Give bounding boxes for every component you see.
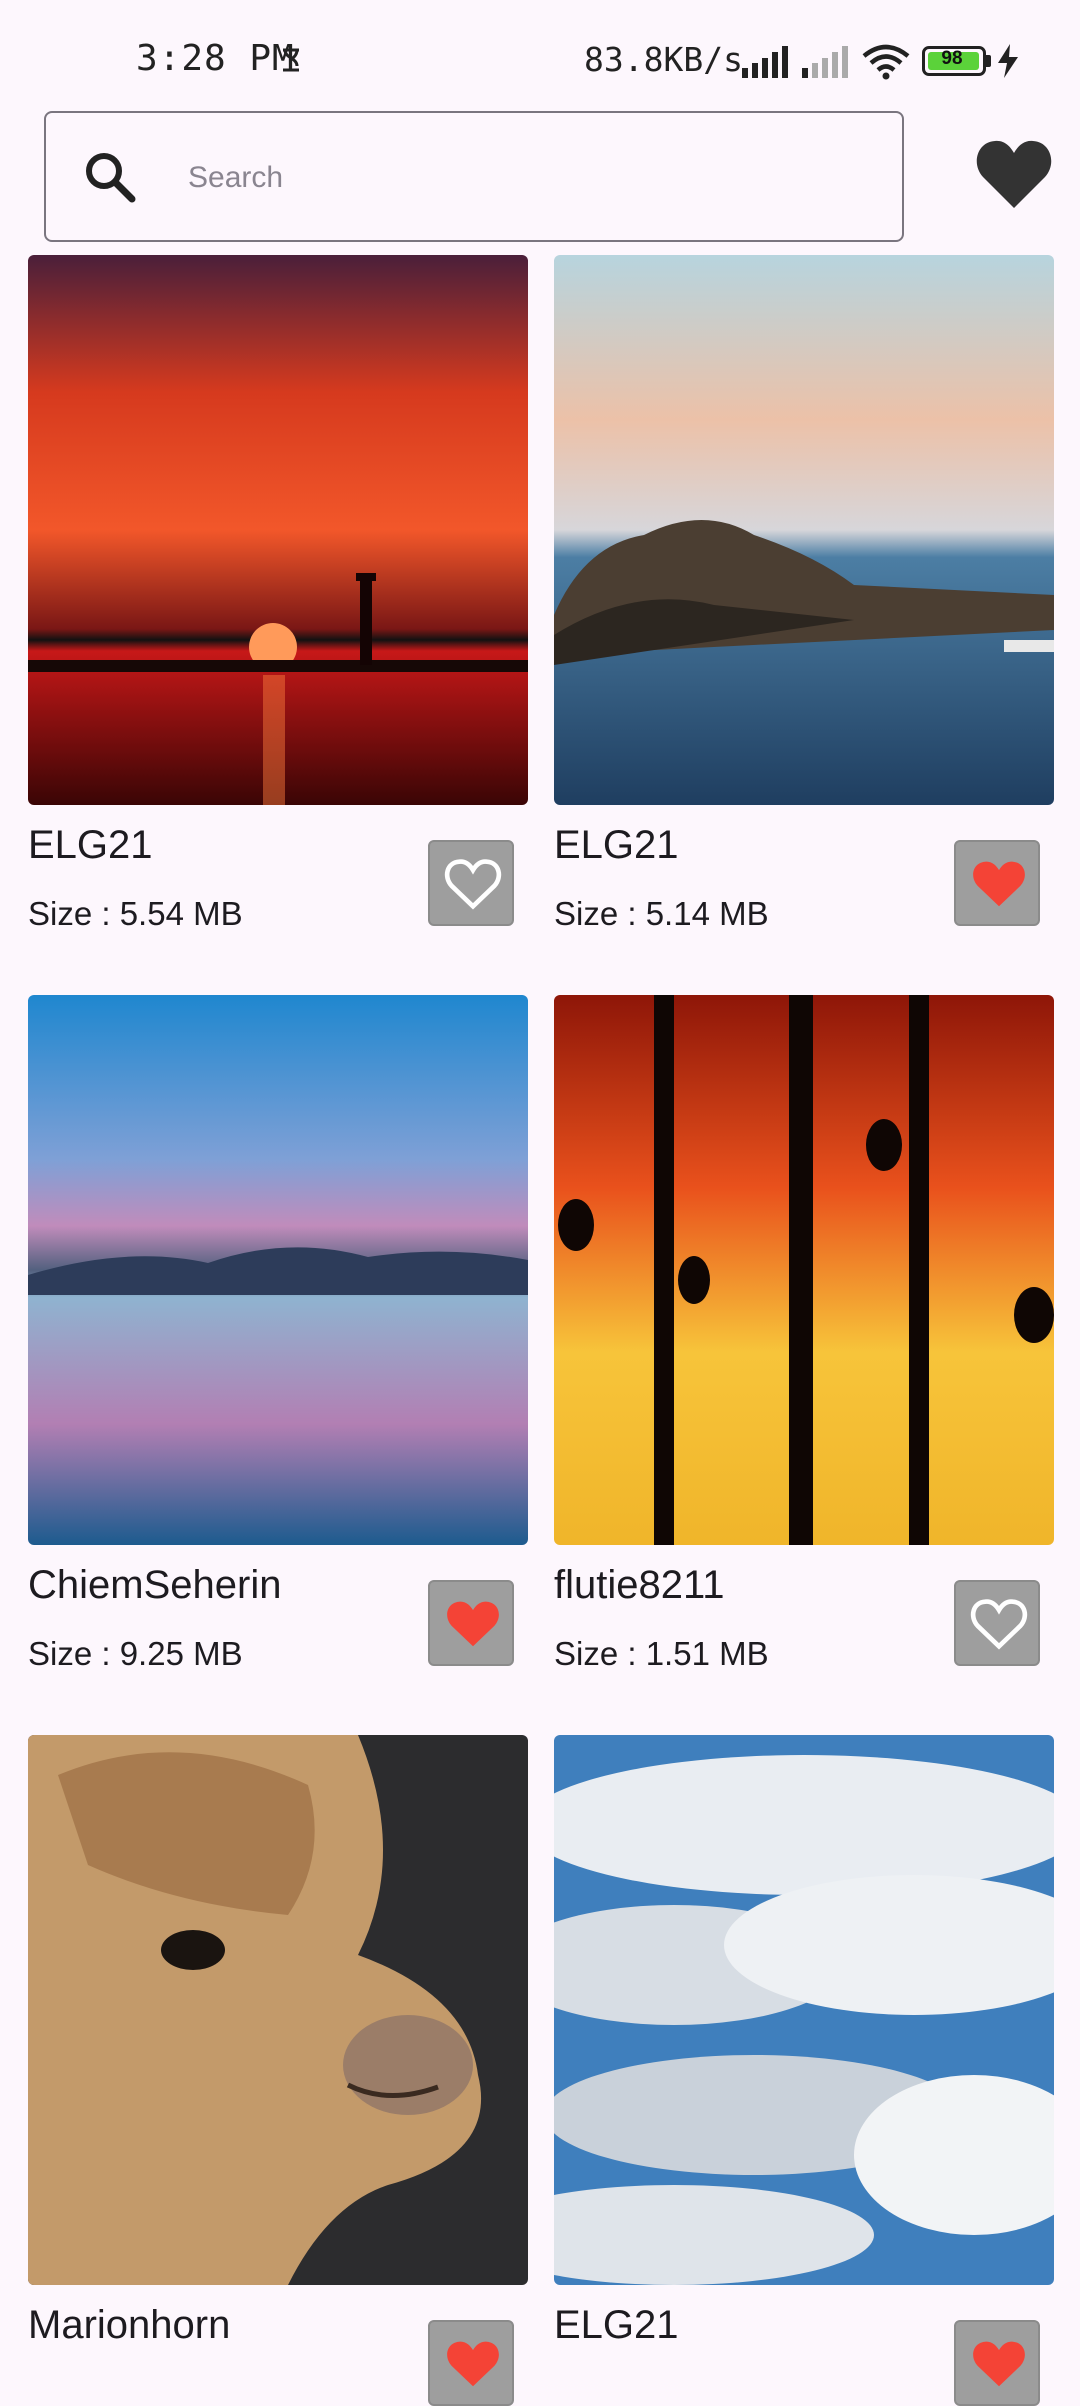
card-image-lake-reflection[interactable] [28,995,528,1545]
heart-outline-icon [444,859,502,910]
sync-icon [283,48,299,72]
card-title: ChiemSeherin [28,1563,282,1607]
signal-icon [742,46,788,78]
card-title: flutie8211 [554,1563,725,1607]
favorite-button[interactable] [954,2320,1040,2406]
card-size: Size : 1.51 MB [554,1635,769,1672]
battery-level: 98 [941,48,963,69]
favorite-button[interactable] [428,2320,514,2406]
heart-filled-icon [973,861,1025,907]
favorite-button[interactable] [428,840,514,926]
card-image-sunset-lighthouse[interactable] [28,255,528,805]
battery-icon: 98 [922,46,992,76]
card-size: Size : 9.25 MB [28,1635,243,1672]
card-size: Size : 5.54 MB [28,895,243,932]
favorite-button[interactable] [954,1580,1040,1666]
signal-secondary-icon [802,46,848,78]
favorite-button[interactable] [428,1580,514,1666]
card-image-alpaca[interactable] [28,1735,528,2285]
card-title: Marionhorn [28,2303,231,2347]
heart-outline-icon [970,1599,1028,1650]
wifi-icon [862,44,910,80]
card-image-cloudy-sky[interactable] [554,1735,1054,2285]
card-title: ELG21 [554,823,679,867]
network-speed: 83.8KB/s [584,40,743,79]
search-icon [86,153,136,203]
card-title: ELG21 [28,823,153,867]
search-box[interactable] [44,111,904,242]
search-input[interactable] [186,143,866,213]
card-title: ELG21 [554,2303,679,2347]
heart-filled-icon [447,2341,499,2387]
card-size: Size : 5.14 MB [554,895,769,932]
card-image-rocky-island-sea[interactable] [554,255,1054,805]
heart-filled-icon [447,1601,499,1647]
status-time: 3:28 PM [136,38,295,79]
status-bar: 3:28 PM 83.8KB/s 98 [0,0,1080,110]
heart-filled-icon [973,2341,1025,2387]
favorites-heart-icon[interactable] [975,138,1053,210]
charging-icon [998,44,1018,78]
favorite-button[interactable] [954,840,1040,926]
card-image-birds-on-trees-sunset[interactable] [554,995,1054,1545]
